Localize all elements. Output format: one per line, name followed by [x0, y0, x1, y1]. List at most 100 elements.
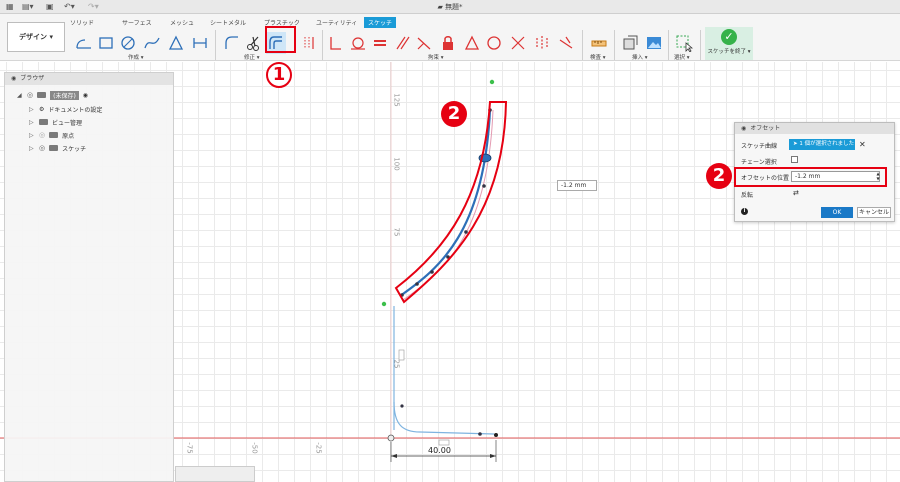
bottom-panel-tab[interactable] [175, 466, 255, 482]
offset-tool-highlight [265, 26, 296, 53]
sketch-bottom-curve [393, 401, 495, 435]
ok-button[interactable]: OK [821, 207, 853, 218]
select-window-icon[interactable] [674, 32, 694, 54]
callout-1: 1 [266, 62, 292, 88]
offset-value-floating-input[interactable]: -1.2 mm [557, 180, 597, 191]
browser-header[interactable]: ◉ ブラウザ [5, 73, 173, 85]
ruler-label-25: 25 [392, 359, 401, 369]
browser-item-label: ビュー管理 [52, 119, 83, 127]
finish-sketch-button[interactable]: ✓ スケッチを終了 ▾ [705, 27, 753, 60]
midpoint-constraint-icon[interactable] [508, 32, 528, 54]
ribbon-divider [582, 30, 583, 60]
origin-point [387, 434, 395, 442]
insert-group-label[interactable]: 挿入 ▾ [632, 53, 648, 61]
browser-item-label: スケッチ [62, 145, 87, 153]
collinear-constraint-icon[interactable] [556, 32, 576, 54]
tab-sheet-metal[interactable]: シートメタル [206, 17, 250, 28]
root-label: (未保存) [50, 90, 79, 100]
line-tool-icon[interactable] [74, 32, 94, 54]
coincident-constraint-icon[interactable] [326, 32, 346, 54]
document-title: ▰ 無題* [437, 3, 463, 11]
browser-panel: ◉ ブラウザ ◢ ◎ (未保存) ◉ ▷ ⚙ ドキュメントの設定 ▷ ビュー管理… [4, 72, 174, 482]
browser-title: ブラウザ [20, 75, 45, 82]
eye-icon[interactable]: ◎ [39, 144, 45, 152]
dialog-title: オフセット [750, 125, 781, 132]
flip-label: 反転 [741, 192, 754, 199]
browser-item-sketches[interactable]: ▷ ◎ スケッチ [29, 142, 86, 154]
equal-constraint-icon[interactable] [370, 32, 390, 54]
tab-surface[interactable]: サーフェス [118, 17, 156, 28]
tab-sketch[interactable]: スケッチ [364, 17, 397, 28]
expand-right-icon[interactable]: ▷ [29, 106, 35, 113]
ribbon-divider [614, 30, 615, 60]
triangle-constraint-icon[interactable] [462, 32, 482, 54]
cancel-button[interactable]: キャンセル [857, 207, 891, 218]
browser-root-item[interactable]: ◢ ◎ (未保存) ◉ [17, 89, 88, 101]
workspace-switcher-button[interactable]: デザイン ▾ [7, 22, 65, 52]
selection-text: 1 個が選択されました [799, 141, 855, 147]
expand-down-icon[interactable]: ◢ [17, 92, 23, 99]
ribbon-divider [215, 30, 216, 60]
mirror-tool-icon[interactable] [299, 32, 319, 54]
expand-right-icon[interactable]: ▷ [29, 132, 35, 139]
parallel-constraint-icon[interactable] [392, 32, 412, 54]
eye-hidden-icon[interactable]: ◎ [39, 131, 45, 139]
ribbon: ソリッド サーフェス メッシュ シートメタル プラスチック ユーティリティ スケ… [0, 14, 900, 61]
clear-selection-icon[interactable]: ✕ [859, 139, 866, 150]
folder-icon [49, 132, 59, 138]
concentric-constraint-icon[interactable] [484, 32, 504, 54]
fix-lock-icon[interactable] [438, 32, 458, 54]
symmetry-constraint-icon[interactable] [532, 32, 552, 54]
chain-select-checkbox[interactable] [791, 156, 798, 163]
inspect-group-label[interactable]: 検査 ▾ [590, 53, 606, 61]
spline-tool-icon[interactable] [142, 32, 162, 54]
dimension-value[interactable]: 40.00 [428, 446, 451, 455]
measure-ruler-icon[interactable] [589, 32, 609, 54]
ruler-label-neg50: -50 [250, 442, 259, 454]
insert-derive-icon[interactable] [620, 32, 640, 54]
expand-right-icon[interactable]: ▷ [29, 145, 35, 152]
collapse-icon[interactable]: ◉ [741, 123, 746, 134]
trim-scissors-icon[interactable] [244, 32, 264, 54]
callout-2-dialog: 2 [706, 163, 732, 189]
offset-position-highlight [734, 167, 887, 187]
sketch-curve-selection[interactable]: ➤ 1 個が選択されました [789, 139, 855, 150]
info-icon[interactable]: i [741, 208, 748, 215]
folder-icon [49, 145, 59, 151]
browser-item-named-views[interactable]: ▷ ビュー管理 [29, 116, 82, 128]
expand-right-icon[interactable]: ▷ [29, 119, 35, 126]
target-icon[interactable]: ◉ [83, 92, 88, 99]
tab-bar: ソリッド サーフェス メッシュ シートメタル プラスチック ユーティリティ スケ… [0, 17, 900, 28]
collapse-icon[interactable]: ◉ [11, 73, 16, 85]
browser-item-label: 原点 [62, 132, 75, 140]
browser-item-document-settings[interactable]: ▷ ⚙ ドキュメントの設定 [29, 103, 102, 115]
ribbon-divider [322, 30, 323, 60]
flip-arrows-icon[interactable]: ⇄ [793, 189, 799, 197]
select-group-label[interactable]: 選択 ▾ [674, 53, 690, 61]
triangle-tool-icon[interactable] [166, 32, 186, 54]
eye-icon[interactable]: ◎ [27, 91, 33, 99]
gear-icon: ⚙ [39, 105, 45, 113]
tangent-constraint-icon[interactable] [348, 32, 368, 54]
ruler-label-neg75: -75 [185, 442, 194, 454]
constraints-group-label[interactable]: 拘束 ▾ [428, 53, 444, 61]
tab-utility[interactable]: ユーティリティ [312, 17, 361, 28]
perpendicular-constraint-icon[interactable] [414, 32, 434, 54]
dimension-tool-icon[interactable] [190, 32, 210, 54]
ribbon-divider [668, 30, 669, 60]
ribbon-divider [700, 30, 701, 60]
rectangle-tool-icon[interactable] [96, 32, 116, 54]
chain-select-label: チェーン選択 [741, 159, 777, 166]
check-icon: ✓ [721, 29, 737, 45]
tab-mesh[interactable]: メッシュ [166, 17, 198, 28]
tab-solid[interactable]: ソリッド [66, 17, 98, 28]
create-group-label[interactable]: 作成 ▾ [128, 53, 144, 61]
fillet-tool-icon[interactable] [222, 32, 242, 54]
dialog-header[interactable]: ◉ オフセット [735, 123, 894, 134]
modify-group-label[interactable]: 修正 ▾ [244, 53, 260, 61]
insert-canvas-image-icon[interactable] [644, 32, 664, 54]
ruler-label-neg25: -25 [314, 442, 323, 454]
browser-item-origin[interactable]: ▷ ◎ 原点 [29, 129, 74, 141]
circle-tool-icon[interactable] [118, 32, 138, 54]
browser-item-label: ドキュメントの設定 [48, 106, 103, 114]
